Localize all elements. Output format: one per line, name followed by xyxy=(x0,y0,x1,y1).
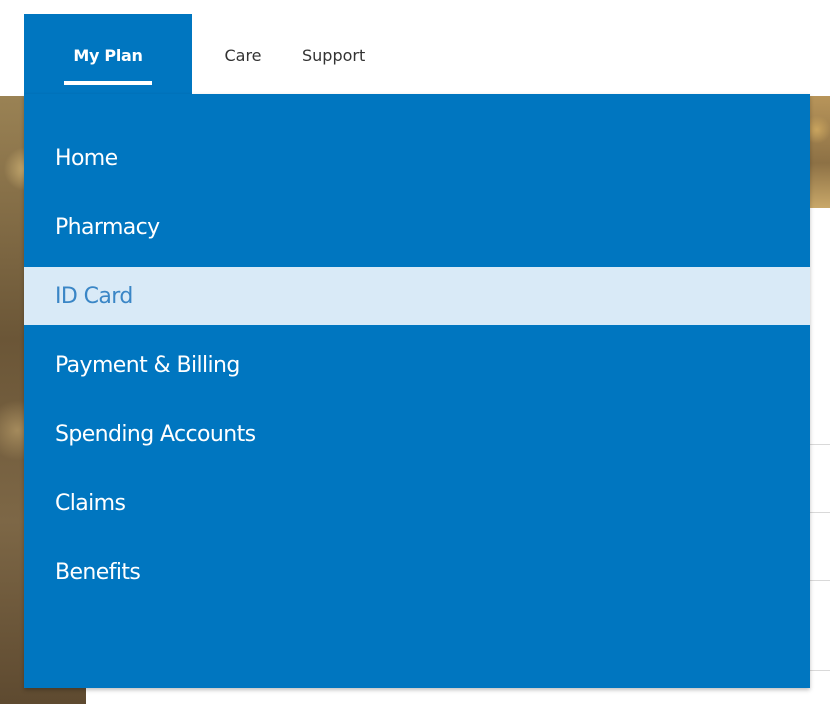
menu-item-label: ID Card xyxy=(55,283,133,309)
dropdown-menu-list: Home Pharmacy ID Card Payment & Billing … xyxy=(24,94,810,601)
tab-support[interactable]: Support xyxy=(294,14,404,96)
app-viewport: My Plan Care Support Home Pharmacy ID Ca… xyxy=(0,0,830,704)
menu-item-id-card[interactable]: ID Card xyxy=(24,267,810,325)
background-divider xyxy=(808,444,830,445)
background-divider xyxy=(808,580,830,581)
active-tab-indicator xyxy=(64,81,152,85)
tab-my-plan[interactable]: My Plan xyxy=(24,14,192,96)
menu-item-label: Home xyxy=(55,145,118,171)
menu-item-payment-billing[interactable]: Payment & Billing xyxy=(24,336,810,394)
menu-item-label: Claims xyxy=(55,490,126,516)
background-divider xyxy=(808,670,830,671)
menu-item-claims[interactable]: Claims xyxy=(24,474,810,532)
menu-item-label: Spending Accounts xyxy=(55,421,256,447)
menu-item-pharmacy[interactable]: Pharmacy xyxy=(24,198,810,256)
menu-item-spending-accounts[interactable]: Spending Accounts xyxy=(24,405,810,463)
menu-item-label: Pharmacy xyxy=(55,214,160,240)
tab-care[interactable]: Care xyxy=(192,14,294,96)
menu-item-benefits[interactable]: Benefits xyxy=(24,543,810,601)
tab-support-label: Support xyxy=(302,45,366,65)
top-navigation: My Plan Care Support xyxy=(24,14,404,96)
my-plan-dropdown-menu: Home Pharmacy ID Card Payment & Billing … xyxy=(24,94,810,688)
menu-item-home[interactable]: Home xyxy=(24,129,810,187)
tab-my-plan-label: My Plan xyxy=(73,45,143,65)
menu-item-label: Benefits xyxy=(55,559,141,585)
background-divider xyxy=(808,512,830,513)
tab-care-label: Care xyxy=(224,45,262,65)
background-photo-edge xyxy=(808,96,830,208)
menu-item-label: Payment & Billing xyxy=(55,352,240,378)
